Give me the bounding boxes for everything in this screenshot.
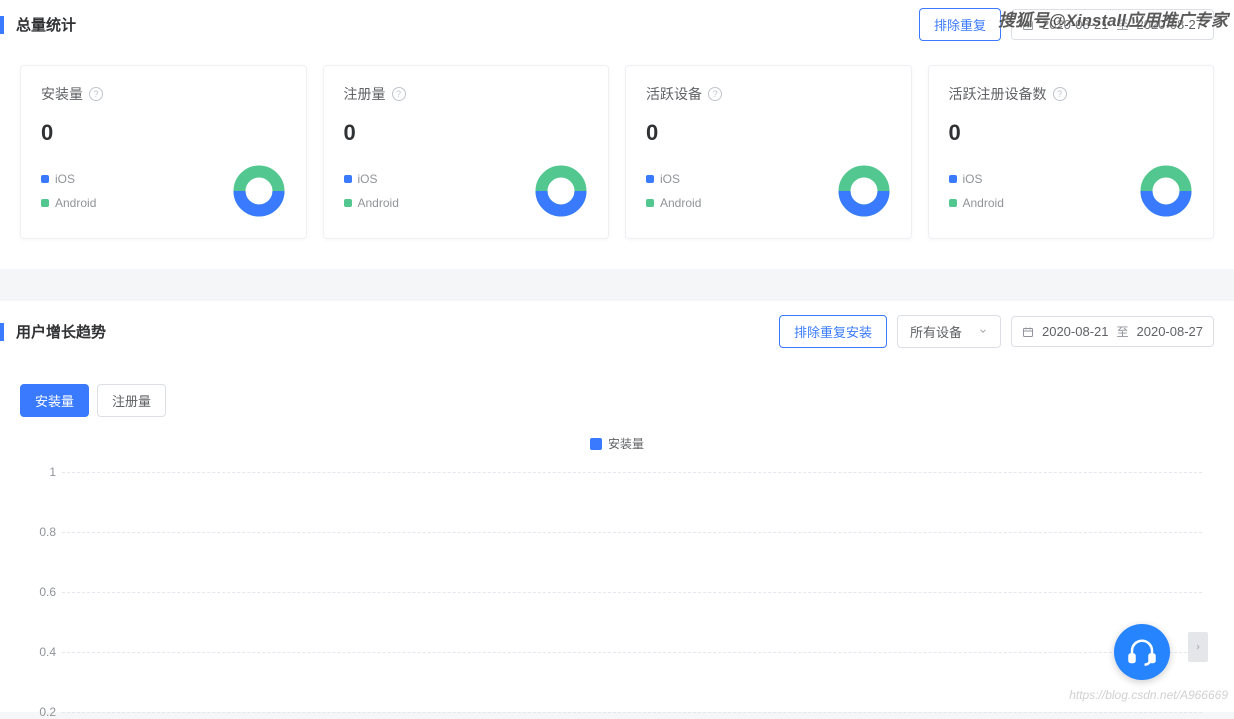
help-icon[interactable]: ? [89,87,103,101]
card-title: 安装量 [41,84,83,104]
y-tick: 1 [49,465,56,479]
title-accent-bar [0,16,4,34]
y-tick: 0.4 [39,645,56,659]
device-select-value: 所有设备 [910,322,962,341]
help-icon[interactable]: ? [708,87,722,101]
dot-icon [949,199,957,207]
grid-line [62,472,1202,473]
tab-install[interactable]: 安装量 [20,384,89,417]
card-active-device: 活跃设备 ? 0 iOS Android [625,65,912,239]
headset-icon [1127,637,1157,667]
date-from: 2020-08-21 [1042,324,1109,339]
help-icon[interactable]: ? [1053,87,1067,101]
dot-icon [646,175,654,183]
card-title: 活跃注册设备数 [949,84,1047,104]
watermark-top: 搜狐号@Xinstall应用推广专家 [998,6,1228,31]
chart-legend-label: 安装量 [608,435,644,452]
device-select[interactable]: 所有设备 [897,315,1001,348]
trend-date-range[interactable]: 2020-08-21 至 2020-08-27 [1011,316,1214,347]
legend-ios: iOS [344,172,399,186]
legend-square-icon [590,438,602,450]
legend-ios: iOS [646,172,701,186]
y-tick: 0.8 [39,525,56,539]
dot-icon [344,199,352,207]
customer-support-button[interactable] [1114,624,1170,680]
donut-chart-icon [1139,164,1193,218]
card-value: 0 [41,120,286,146]
legend-list: iOS Android [41,172,96,210]
donut-chart-icon [534,164,588,218]
tab-register[interactable]: 注册量 [97,384,166,417]
totals-title-wrap: 总量统计 [0,14,76,35]
metric-tabs: 安装量 注册量 [0,362,1234,429]
trend-section: 安装量 注册量 安装量 1 0.8 0.6 0.4 0.2 [0,362,1234,712]
legend-ios: iOS [949,172,1004,186]
chart-area: 1 0.8 0.6 0.4 0.2 [0,472,1234,712]
exclude-duplicate-install-button[interactable]: 排除重复安装 [779,315,887,348]
grid-line [62,652,1202,653]
y-tick: 0.6 [39,585,56,599]
pager-next-button[interactable] [1188,632,1208,662]
date-to: 2020-08-27 [1137,324,1204,339]
legend-android: Android [949,196,1004,210]
donut-chart-icon [232,164,286,218]
card-value: 0 [344,120,589,146]
chart-legend: 安装量 [0,435,1234,452]
grid-line [62,532,1202,533]
watermark-bottom: https://blog.csdn.net/A966669 [1069,688,1228,702]
trend-title: 用户增长趋势 [16,321,106,342]
y-axis: 1 0.8 0.6 0.4 0.2 [32,472,62,712]
card-install: 安装量 ? 0 iOS Android [20,65,307,239]
dot-icon [949,175,957,183]
chevron-down-icon [978,324,988,339]
dot-icon [41,199,49,207]
card-register: 注册量 ? 0 iOS Android [323,65,610,239]
legend-ios: iOS [41,172,96,186]
legend-android: Android [41,196,96,210]
card-value: 0 [949,120,1194,146]
exclude-duplicates-button[interactable]: 排除重复 [919,8,1001,41]
chevron-right-icon [1194,642,1202,652]
help-icon[interactable]: ? [392,87,406,101]
date-separator: 至 [1116,323,1128,340]
donut-chart-icon [837,164,891,218]
grid-line [62,592,1202,593]
dot-icon [344,175,352,183]
legend-android: Android [646,196,701,210]
trend-header: 用户增长趋势 排除重复安装 所有设备 2020-08-21 至 2020-08-… [0,301,1234,362]
card-active-register-device: 活跃注册设备数 ? 0 iOS Android [928,65,1215,239]
dot-icon [41,175,49,183]
calendar-icon [1022,326,1034,338]
card-title: 注册量 [344,84,386,104]
totals-cards-row: 安装量 ? 0 iOS Android 注册量 ? 0 iOS Android … [0,49,1234,269]
grid-line [62,712,1202,713]
y-tick: 0.2 [39,705,56,719]
card-title: 活跃设备 [646,84,702,104]
section-gap [0,269,1234,301]
legend-android: Android [344,196,399,210]
title-accent-bar [0,323,4,341]
card-value: 0 [646,120,891,146]
totals-title: 总量统计 [16,14,76,35]
dot-icon [646,199,654,207]
